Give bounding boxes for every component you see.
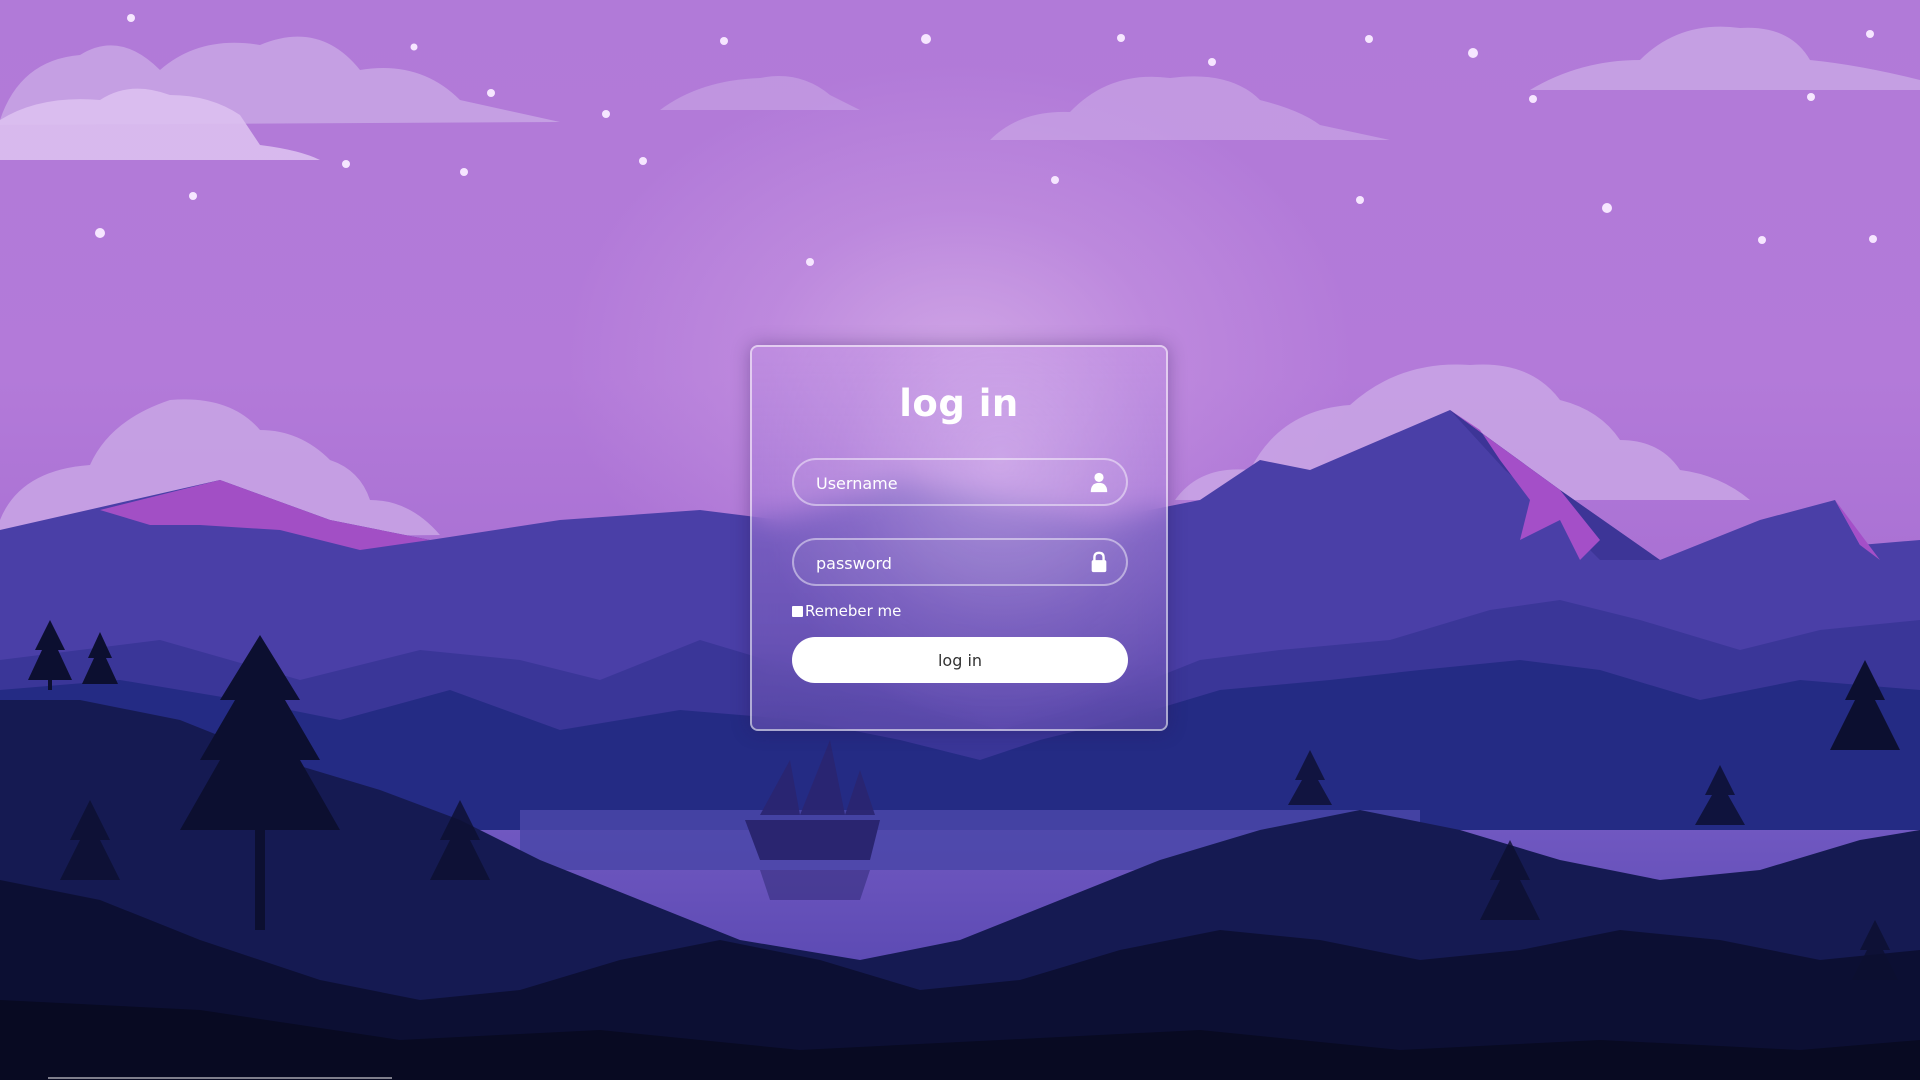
bottom-scroll-indicator: [48, 1077, 392, 1079]
login-form: log in Remeber me log in: [752, 347, 1166, 729]
remember-me[interactable]: Remeber me: [792, 602, 901, 620]
login-card: log in Remeber me log in: [750, 345, 1168, 731]
login-title: log in: [899, 382, 1019, 425]
lock-icon: [1091, 551, 1107, 573]
remember-me-label: Remeber me: [805, 602, 902, 620]
stars: [95, 14, 1877, 266]
login-button[interactable]: log in: [792, 637, 1128, 683]
username-field: [792, 458, 1128, 506]
username-input[interactable]: [814, 460, 1078, 506]
remember-me-checkbox[interactable]: [792, 605, 803, 617]
user-icon: [1090, 472, 1108, 493]
password-field: [792, 538, 1128, 586]
password-input[interactable]: [814, 540, 1078, 586]
clouds-top: [0, 26, 1920, 140]
